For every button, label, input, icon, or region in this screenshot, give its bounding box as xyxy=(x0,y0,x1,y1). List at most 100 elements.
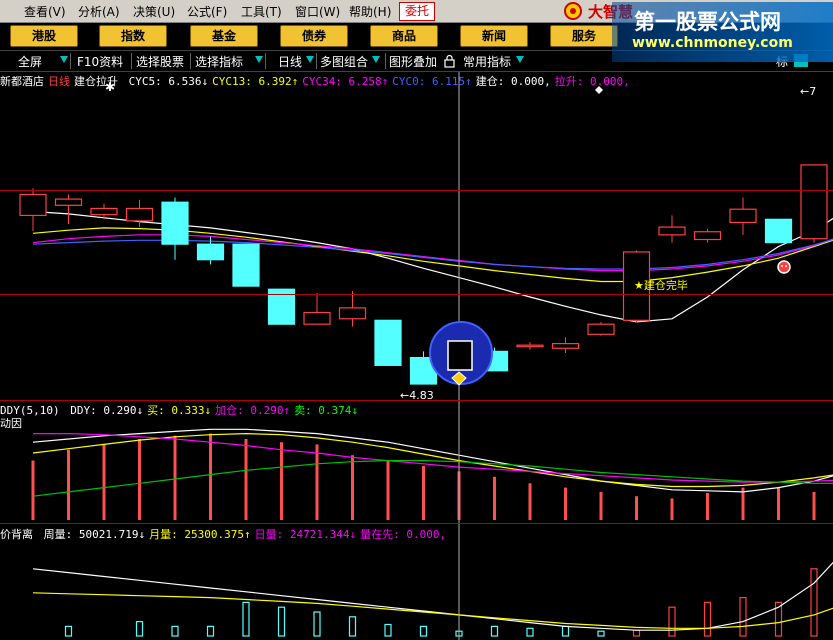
candle-body xyxy=(161,201,189,245)
ddy-bar xyxy=(528,483,532,520)
volume-line_white xyxy=(32,561,833,631)
low-price-value: 4.83 xyxy=(409,389,434,402)
ddy-bar xyxy=(635,496,638,520)
indicator-name[interactable]: 建仓拉升 xyxy=(74,75,118,88)
ddy-values: DDY: 0.290↓ 买: 0.333↓ 加仓: 0.290↑ 卖: 0.374↓ xyxy=(70,404,362,417)
candle-body xyxy=(54,198,83,206)
volume-bar xyxy=(384,623,392,637)
volume-bar xyxy=(810,568,818,637)
ddy-bar xyxy=(244,439,248,520)
candle-body xyxy=(729,208,757,224)
main-value-0: CYC5: 6.536↓ xyxy=(128,75,209,88)
ddy-bar xyxy=(812,491,816,520)
volume-bar xyxy=(561,625,570,637)
ddy-bar xyxy=(280,442,283,520)
ddy-bar xyxy=(138,439,141,520)
ddy-bar xyxy=(31,460,35,520)
ddy-bar xyxy=(599,491,603,520)
ddy-bar xyxy=(493,476,496,520)
volume-bar xyxy=(668,606,676,637)
smiley-signal-icon xyxy=(777,260,791,274)
ddy-bar xyxy=(670,498,674,520)
high-price-label: ←7 xyxy=(800,85,817,98)
volume-bar xyxy=(348,616,357,637)
ddy-panel-title: DDY(5,10) DDY: 0.290↓ 买: 0.333↓ 加仓: 0.290↑… xyxy=(0,402,366,418)
volume-bar xyxy=(632,629,641,637)
ddy-bar xyxy=(422,466,425,520)
volume-bar xyxy=(703,601,712,637)
ddy-value-3: 卖: 0.374↓ xyxy=(294,404,359,417)
low-price-label: ←4.83 xyxy=(400,389,434,402)
volume-bar xyxy=(313,611,321,637)
volume-panel-separator xyxy=(0,523,833,524)
volume-bar xyxy=(242,601,250,637)
volume-bar xyxy=(526,627,534,637)
candle-body xyxy=(374,319,402,366)
chart-canvas[interactable]: ✱ xyxy=(0,0,833,640)
ddy-value-1: 买: 0.333↓ xyxy=(147,404,212,417)
smiley-eye xyxy=(785,265,787,267)
volume-value-1: 月量: 25300.375↑ xyxy=(149,528,251,541)
volume-title[interactable]: 价背离 xyxy=(0,528,33,541)
stock-name[interactable]: 新都酒店 xyxy=(0,75,44,88)
volume-bar xyxy=(490,625,499,637)
build-complete-label: ★建仓完毕 xyxy=(634,279,688,292)
main-value-3: CYC0: 6.115↑ xyxy=(392,75,472,88)
ddy-bar xyxy=(777,487,780,520)
ddy-bar xyxy=(102,444,106,520)
ddy-bar xyxy=(564,487,567,520)
main-value-1: CYC13: 6.392↑ xyxy=(212,75,299,88)
candle-body xyxy=(587,323,615,335)
moving-average-lines xyxy=(32,210,833,323)
candle-body xyxy=(19,193,47,217)
volume-bar xyxy=(171,625,179,637)
ddy-bar xyxy=(67,449,70,520)
candle-body xyxy=(658,226,686,236)
candlesticks xyxy=(19,164,828,385)
volume-bar xyxy=(64,625,73,637)
main-value-4: 建仓: 0.000, xyxy=(475,75,551,88)
candle-body xyxy=(232,243,260,287)
volume-bar xyxy=(597,630,605,637)
candle-body xyxy=(303,311,331,325)
ddy-bar xyxy=(315,444,319,520)
ddy-bar xyxy=(706,493,709,520)
main-panel-title: 新都酒店 日线 建仓拉升 CYC5: 6.536↓ CYC13: 6.392↑ CYC3… xyxy=(0,73,638,89)
candle-body xyxy=(800,164,828,240)
ddy-bar xyxy=(351,455,354,520)
volume-panel-title: 价背离 周量: 50021.719↓ 月量: 25300.375↑ 日量: 2472… xyxy=(0,526,454,542)
volume-value-2: 日量: 24721.344↓ xyxy=(254,528,357,541)
candle-body xyxy=(338,307,367,320)
ddy-value-2: 加仓: 0.290↑ xyxy=(215,404,291,417)
volume-bar xyxy=(206,625,215,637)
volume-value-0: 周量: 50021.719↓ xyxy=(43,528,146,541)
volume-bar xyxy=(419,625,428,637)
main-value-2: CYC34: 6.258↑ xyxy=(302,75,389,88)
ddy-line_yellow xyxy=(32,432,833,488)
volume-values: 周量: 50021.719↓ 月量: 25300.375↑ 日量: 24721.34… xyxy=(44,528,450,541)
high-price-value: 7 xyxy=(809,85,817,98)
ddy-subtitle: 动因 xyxy=(0,417,22,430)
candle-body xyxy=(90,207,118,216)
volume-bar xyxy=(739,596,747,637)
volume-value-3: 量在先: 0.000, xyxy=(360,528,447,541)
smiley-eye xyxy=(781,265,783,267)
period-label: 日线 xyxy=(48,75,70,88)
volume-bar xyxy=(277,606,286,637)
ddy-bar xyxy=(386,460,390,520)
volume-bar xyxy=(135,620,144,637)
highlighted-candle xyxy=(447,340,473,371)
ddy-bar xyxy=(209,433,212,520)
candle-body xyxy=(551,343,580,349)
main-value-5: 拉升: 0.000, xyxy=(554,75,630,88)
main-mid-line xyxy=(0,294,833,295)
volume-line_yellow xyxy=(32,592,833,629)
candle-body xyxy=(516,344,544,348)
main-indicator-values: CYC5: 6.536↓ CYC13: 6.392↑ CYC34: 6.258↑ CY… xyxy=(129,75,634,88)
candle-body xyxy=(764,218,793,244)
candle-body xyxy=(693,231,722,241)
ddy-indicator xyxy=(31,428,833,520)
candle-body xyxy=(125,207,154,222)
ddy-line_magenta xyxy=(33,433,833,483)
ddy-value-0: DDY: 0.290↓ xyxy=(70,404,144,417)
